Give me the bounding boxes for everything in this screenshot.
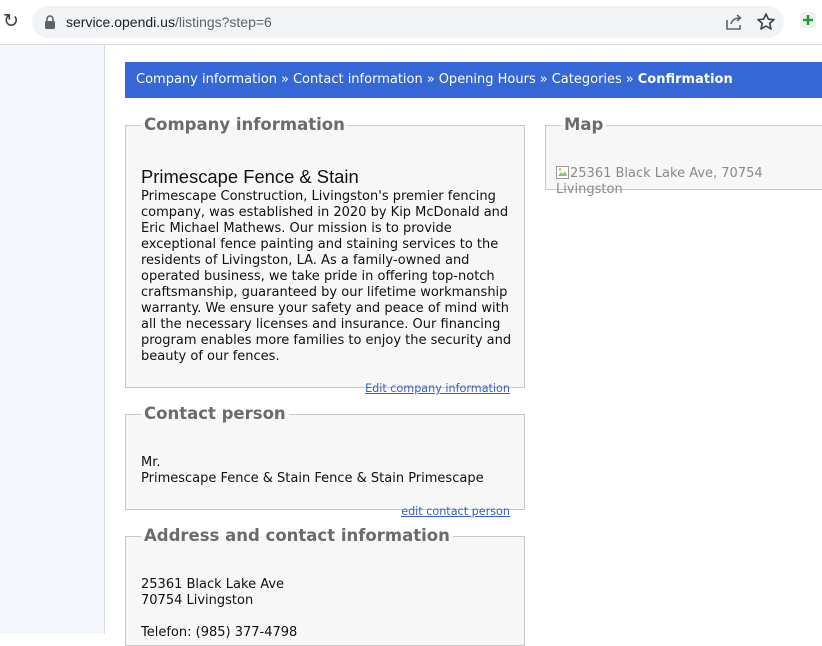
address-contact-legend: Address and contact information: [144, 526, 450, 545]
map-section: Map 25361 Black Lake Ave, 70754 Livingst…: [545, 115, 822, 197]
map-image: 25361 Black Lake Ave, 70754 Livingston: [556, 166, 816, 198]
breadcrumb-item-company-information[interactable]: Company information: [136, 72, 277, 87]
lock-icon[interactable]: [44, 15, 56, 29]
contact-person-details: Mr. Primescape Fence & Stain Fence & Sta…: [141, 455, 513, 487]
contact-salutation: Mr.: [141, 455, 161, 470]
contact-person-section: Contact person Mr. Primescape Fence & St…: [125, 404, 525, 518]
breadcrumb-separator: »: [281, 72, 289, 87]
breadcrumb-item-contact-information[interactable]: Contact information: [293, 72, 423, 87]
edit-contact-person-link[interactable]: edit contact person: [401, 505, 510, 518]
breadcrumb-separator: »: [426, 72, 435, 87]
breadcrumb-item-opening-hours[interactable]: Opening Hours: [439, 72, 536, 87]
address-street: 25361 Black Lake Ave: [141, 577, 285, 592]
map-image-alt-text: 25361 Black Lake Ave, 70754 Livingston: [556, 166, 763, 197]
company-information-section: Company information Primescape Fence & S…: [125, 115, 525, 395]
address-phone: Telefon: (985) 377-4798: [141, 625, 298, 640]
bookmark-star-icon[interactable]: [756, 12, 776, 32]
breadcrumb-item-categories[interactable]: Categories: [552, 72, 622, 87]
left-gutter: [0, 45, 105, 634]
breadcrumb-item-confirmation: Confirmation: [637, 72, 733, 87]
address-bar[interactable]: service.opendi.us/listings?step=6: [32, 6, 784, 38]
address-city: 70754 Livingston: [141, 593, 254, 608]
reload-icon[interactable]: ↻: [0, 10, 22, 32]
broken-image-icon: [556, 166, 569, 179]
extension-plus-icon[interactable]: [798, 10, 818, 30]
url-host: service.opendi.us: [66, 14, 175, 30]
url-path: /listings?step=6: [174, 14, 272, 30]
breadcrumb: Company information» Contact information»…: [125, 62, 822, 98]
url-text[interactable]: service.opendi.us/listings?step=6: [66, 13, 272, 31]
breadcrumb-separator: »: [625, 72, 634, 87]
company-description: Primescape Construction, Livingston's pr…: [141, 189, 512, 364]
share-icon[interactable]: [725, 13, 743, 31]
browser-toolbar: ↻ service.opendi.us/listings?step=6: [0, 0, 822, 45]
address-details: 25361 Black Lake Ave 70754 Livingston Te…: [141, 577, 513, 641]
contact-name: Primescape Fence & Stain Fence & Stain P…: [141, 471, 484, 486]
company-information-legend: Company information: [144, 115, 345, 134]
address-contact-section: Address and contact information 25361 Bl…: [125, 526, 525, 646]
breadcrumb-separator: »: [539, 72, 548, 87]
contact-person-legend: Contact person: [144, 404, 286, 423]
map-legend: Map: [564, 115, 604, 134]
address-spacer: [141, 609, 513, 625]
company-name: Primescape Fence & Stain: [141, 166, 359, 187]
edit-company-information-link[interactable]: Edit company information: [365, 382, 510, 395]
